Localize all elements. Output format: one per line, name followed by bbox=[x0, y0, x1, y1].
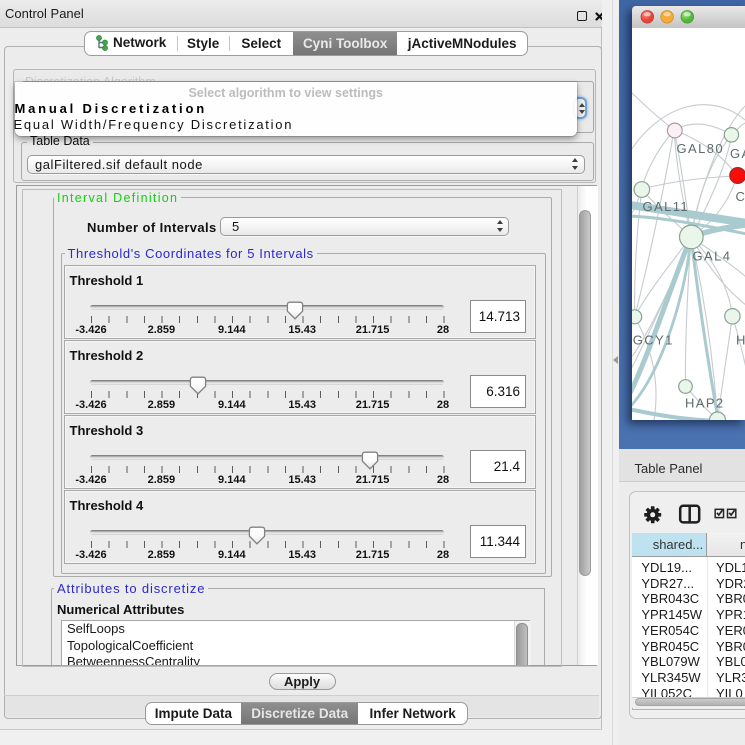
svg-text:GAL4: GAL4 bbox=[693, 249, 732, 264]
svg-text:GCY1: GCY1 bbox=[633, 333, 674, 348]
svg-text:HX: HX bbox=[736, 333, 745, 348]
svg-text:HAP2: HAP2 bbox=[685, 396, 725, 411]
svg-text:GAL2: GAL2 bbox=[730, 146, 745, 161]
svg-text:GAL80: GAL80 bbox=[677, 141, 724, 156]
svg-text:CRP: CRP bbox=[736, 189, 745, 204]
svg-text:GAL11: GAL11 bbox=[643, 199, 690, 214]
